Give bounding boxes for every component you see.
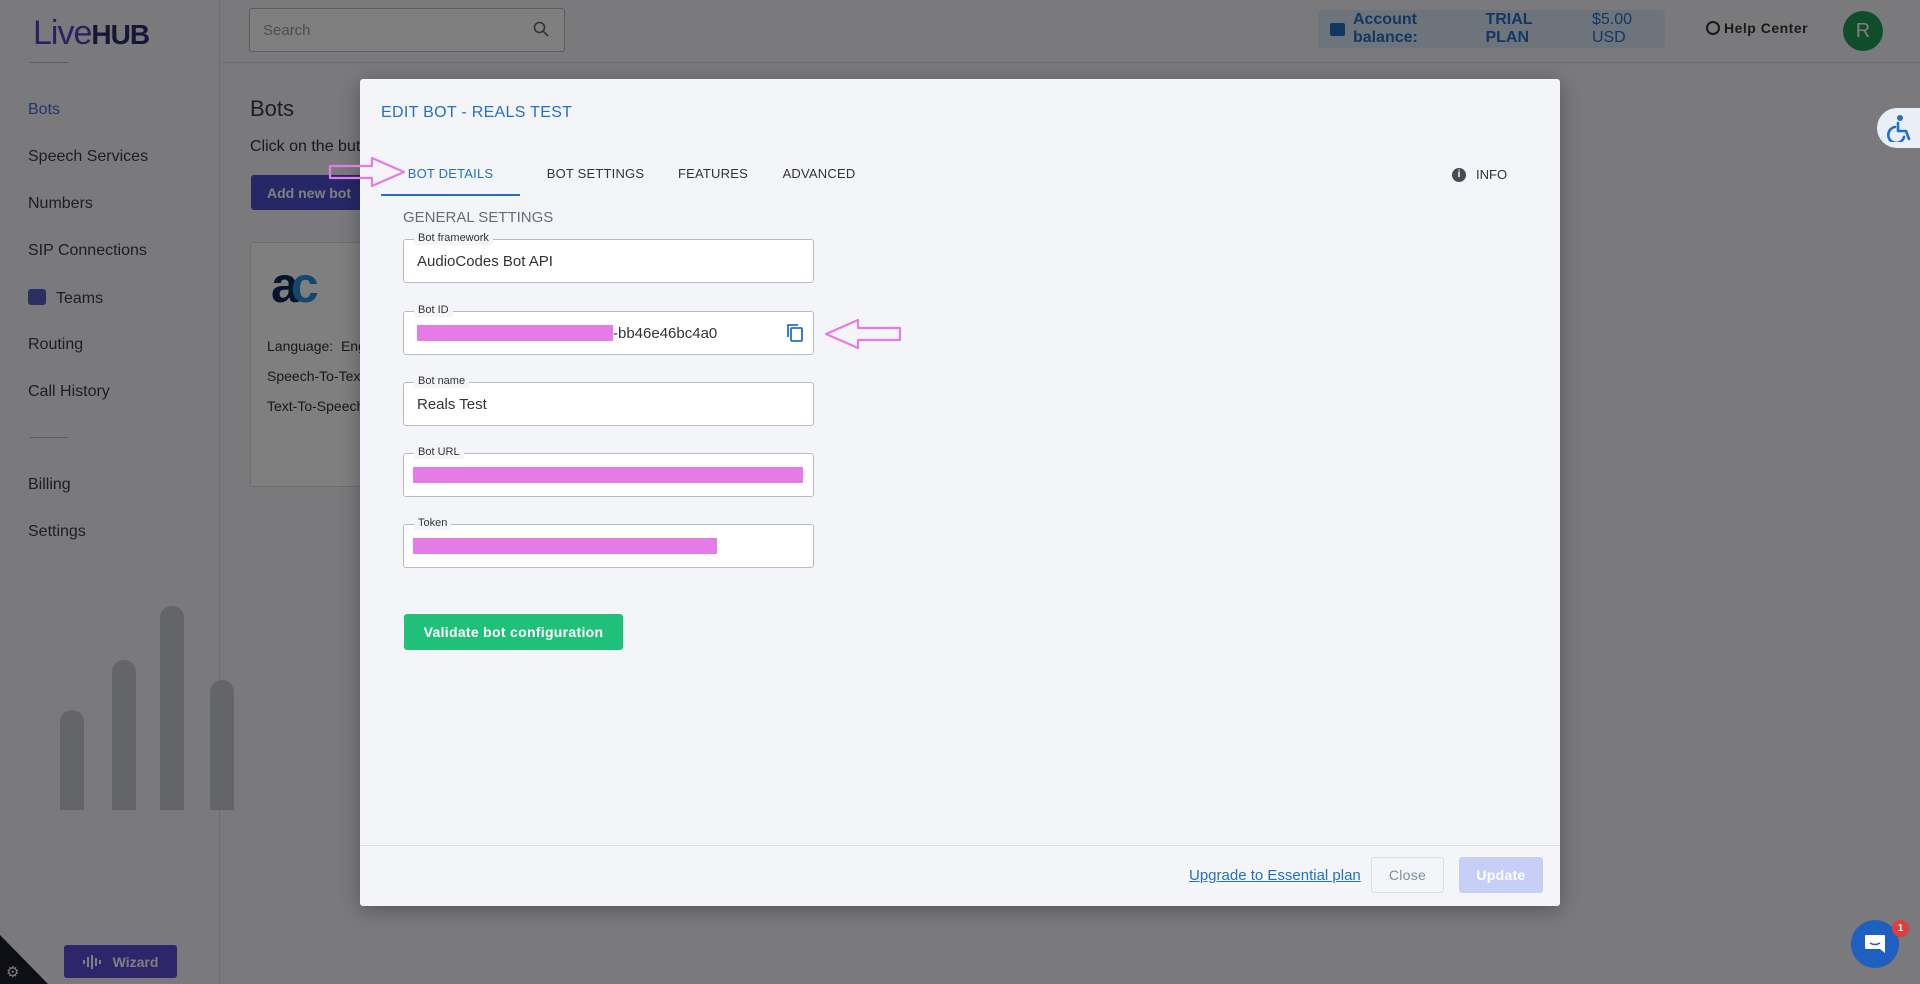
upgrade-plan-link[interactable]: Upgrade to Essential plan xyxy=(1189,867,1361,884)
field-value xyxy=(413,538,717,555)
notification-badge: 1 xyxy=(1892,920,1909,937)
update-button[interactable]: Update xyxy=(1459,857,1543,893)
annotation-arrow-left xyxy=(824,318,902,350)
tab-bot-settings[interactable]: BOT SETTINGS xyxy=(541,158,650,196)
info-button[interactable]: i INFO xyxy=(1452,159,1507,191)
field-value: AudioCodes Bot API xyxy=(417,253,553,270)
redaction-mark xyxy=(413,467,803,483)
accessibility-button[interactable] xyxy=(1877,108,1920,148)
redaction-mark xyxy=(417,325,613,341)
section-title: GENERAL SETTINGS xyxy=(403,209,554,226)
tab-advanced[interactable]: ADVANCED xyxy=(777,158,861,196)
info-icon: i xyxy=(1452,168,1466,182)
bot-framework-field[interactable]: Bot framework AudioCodes Bot API xyxy=(403,231,814,283)
field-label: Bot ID xyxy=(414,303,453,317)
bot-url-field[interactable]: Bot URL xyxy=(403,445,814,497)
bot-name-field[interactable]: Bot name Reals Test xyxy=(403,374,814,426)
bot-id-suffix: -bb46e46bc4a0 xyxy=(613,325,718,342)
validate-bot-button[interactable]: Validate bot configuration xyxy=(404,614,623,650)
token-field[interactable]: Token xyxy=(403,516,814,568)
field-label: Bot name xyxy=(414,374,470,388)
field-label: Token xyxy=(414,516,452,530)
info-label: INFO xyxy=(1476,167,1508,182)
field-label: Bot framework xyxy=(414,231,493,245)
annotation-arrow-right xyxy=(328,156,406,188)
close-button[interactable]: Close xyxy=(1371,857,1444,893)
redaction-mark xyxy=(413,538,717,554)
accessibility-icon xyxy=(1886,115,1910,142)
field-value: Reals Test xyxy=(417,396,487,413)
tab-features[interactable]: FEATURES xyxy=(674,158,752,196)
edit-bot-dialog: EDIT BOT - REALS TEST BOT DETAILS BOT SE… xyxy=(328,79,1560,906)
field-value xyxy=(413,467,803,484)
chat-icon xyxy=(1865,935,1885,953)
copy-icon[interactable] xyxy=(786,323,804,343)
dialog-footer: Upgrade to Essential plan Close Update xyxy=(360,845,1560,906)
field-label: Bot URL xyxy=(414,445,464,459)
field-value: -bb46e46bc4a0 xyxy=(417,325,717,342)
bot-id-field[interactable]: Bot ID -bb46e46bc4a0 xyxy=(403,303,814,355)
dialog-title: EDIT BOT - REALS TEST xyxy=(381,104,573,121)
